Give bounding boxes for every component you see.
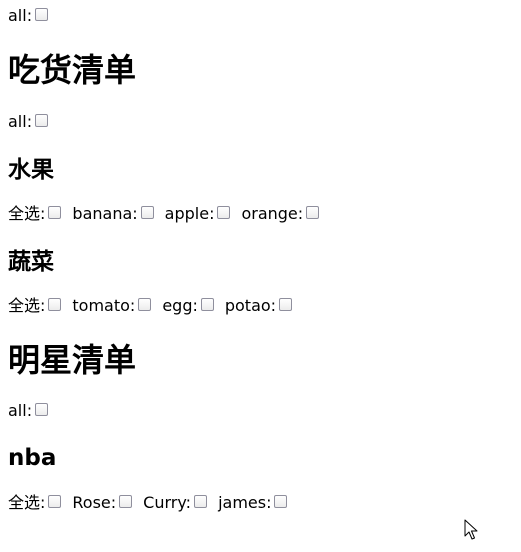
egg-checkbox[interactable] xyxy=(200,297,214,311)
tomato-label: tomato: xyxy=(72,296,136,315)
fruit-select-all-label: 全选: xyxy=(8,204,46,223)
orange-label: orange: xyxy=(241,204,304,223)
vegetable-select-all-label: 全选: xyxy=(8,296,46,315)
group-foodie-all-row: all: xyxy=(8,112,51,132)
curry-checkbox[interactable] xyxy=(194,494,208,508)
group-foodie-all-label: all: xyxy=(8,112,33,131)
banana-checkbox[interactable] xyxy=(140,205,154,219)
rose-checkbox[interactable] xyxy=(119,494,133,508)
banana-label: banana: xyxy=(72,204,138,223)
section-vegetable-row: 全选: tomato: egg: potao: xyxy=(8,296,295,316)
group-stars-all-checkbox[interactable] xyxy=(35,402,49,416)
fruit-select-all-checkbox[interactable] xyxy=(48,205,62,219)
james-checkbox[interactable] xyxy=(274,494,288,508)
egg-label: egg: xyxy=(162,296,198,315)
group-title-foodie: 吃货清单 xyxy=(8,51,137,89)
top-all-checkbox[interactable] xyxy=(35,7,49,21)
group-stars-all-label: all: xyxy=(8,401,33,420)
nba-select-all-checkbox[interactable] xyxy=(48,494,62,508)
top-all-row: all: xyxy=(8,6,51,26)
potao-label: potao: xyxy=(224,296,277,315)
section-title-nba: nba xyxy=(8,445,57,471)
potao-checkbox[interactable] xyxy=(279,297,293,311)
tomato-checkbox[interactable] xyxy=(138,297,152,311)
group-stars-all-row: all: xyxy=(8,401,51,421)
section-nba-row: 全选: Rose: Curry: james: xyxy=(8,493,290,513)
vegetable-select-all-checkbox[interactable] xyxy=(48,297,62,311)
mouse-pointer-icon xyxy=(464,519,478,540)
group-title-stars: 明星清单 xyxy=(8,341,137,379)
curry-label: Curry: xyxy=(143,493,192,512)
section-title-vegetable: 蔬菜 xyxy=(8,249,54,275)
section-fruit-row: 全选: banana: apple: orange: xyxy=(8,204,322,224)
top-all-label: all: xyxy=(8,6,33,25)
apple-checkbox[interactable] xyxy=(217,205,231,219)
rose-label: Rose: xyxy=(72,493,117,512)
orange-checkbox[interactable] xyxy=(306,205,320,219)
apple-label: apple: xyxy=(164,204,215,223)
nba-select-all-label: 全选: xyxy=(8,493,46,512)
james-label: james: xyxy=(218,493,272,512)
group-foodie-all-checkbox[interactable] xyxy=(35,113,49,127)
section-title-fruit: 水果 xyxy=(8,157,54,183)
